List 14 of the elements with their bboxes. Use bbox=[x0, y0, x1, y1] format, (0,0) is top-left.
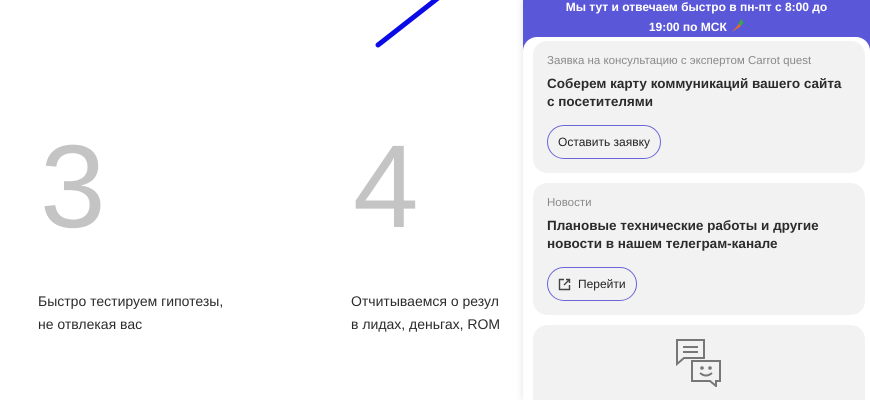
step-number: 4 bbox=[353, 128, 420, 255]
external-link-icon bbox=[558, 278, 571, 290]
card-button[interactable]: Перейти bbox=[547, 267, 637, 301]
card-button[interactable]: Оставить заявку bbox=[547, 125, 661, 159]
card-title: Плановые технические работы и другие новости в нашем телеграм-канале bbox=[547, 217, 820, 253]
card-title: Соберем карту коммуникаций вашего сайта с посетителями bbox=[547, 75, 842, 111]
header-text: Мы тут и отвечаем быстро в пн-пт с 8:00 до 19:00 по МСК bbox=[564, 0, 828, 36]
card-caption: Новости bbox=[547, 197, 593, 209]
step-description: Отчитываемся о резул в лидах, деньгах, ROM bbox=[351, 292, 502, 334]
chat-bubbles-icon bbox=[674, 337, 724, 387]
step-description: Быстро тестируем гипотезы, не отвлекая вас bbox=[38, 292, 224, 334]
step-number: 3 bbox=[40, 128, 107, 255]
carrot-icon bbox=[730, 19, 744, 33]
card-caption: Заявка на консультацию с экспертом Carrot quest bbox=[547, 55, 812, 67]
